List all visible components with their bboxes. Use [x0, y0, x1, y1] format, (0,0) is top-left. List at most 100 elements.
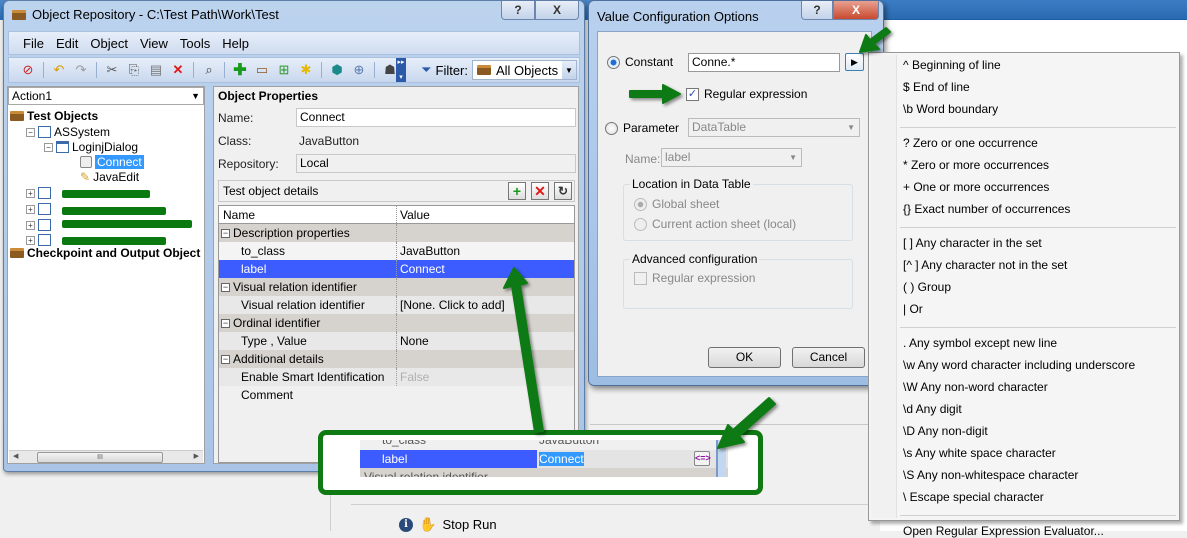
refresh-property-button[interactable]: ↻: [554, 182, 572, 200]
regex-menu-button[interactable]: ▶: [845, 53, 864, 71]
regex-menu-item[interactable]: \ Escape special character: [903, 490, 1044, 504]
expand-icon[interactable]: +: [26, 204, 35, 214]
copy-icon[interactable]: ⎘: [125, 61, 143, 79]
delete-icon[interactable]: ✕: [169, 61, 187, 79]
locate-icon[interactable]: ⊕: [350, 61, 368, 79]
regex-menu-item[interactable]: Open Regular Expression Evaluator...: [903, 524, 1104, 538]
regex-menu-item[interactable]: \D Any non-digit: [903, 424, 988, 438]
regex-menu-item[interactable]: [^ ] Any character not in the set: [903, 258, 1067, 272]
collapse-icon[interactable]: −: [221, 282, 230, 292]
regex-menu-item[interactable]: \S Any non-whitespace character: [903, 468, 1078, 482]
grid-group-row[interactable]: − Additional details: [219, 350, 574, 368]
paste-icon[interactable]: ▤: [147, 61, 165, 79]
collapse-icon[interactable]: −: [44, 142, 53, 152]
stop-run-item[interactable]: i ✋ Stop Run: [399, 516, 497, 533]
tree-node[interactable]: − LoginjDialog: [44, 140, 138, 154]
grid-group-row[interactable]: − Ordinal identifier: [219, 314, 574, 332]
regex-menu-item[interactable]: \W Any non-word character: [903, 380, 1048, 394]
collapse-icon[interactable]: −: [221, 228, 230, 238]
column-name-header[interactable]: Name: [219, 206, 397, 223]
expand-icon[interactable]: +: [26, 235, 35, 245]
menu-view[interactable]: View: [140, 36, 168, 51]
scroll-left-icon[interactable]: ◀: [13, 452, 18, 460]
filter-select[interactable]: All Objects ▼: [472, 60, 577, 80]
disable-icon[interactable]: ⊘: [19, 61, 37, 79]
regex-menu-item[interactable]: \d Any digit: [903, 402, 962, 416]
menu-object[interactable]: Object: [90, 36, 128, 51]
cancel-button[interactable]: Cancel: [792, 347, 865, 368]
object-spy-icon[interactable]: ⬢: [328, 61, 346, 79]
tree-node[interactable]: − ASSystem: [26, 125, 110, 139]
find-icon[interactable]: ⌕: [200, 61, 218, 79]
collapse-icon[interactable]: −: [26, 127, 35, 137]
regex-menu-item[interactable]: | Or: [903, 302, 923, 316]
update-from-app-icon[interactable]: ▭: [253, 61, 271, 79]
toolbar-overflow-button[interactable]: ▸▸ ▾: [396, 58, 406, 82]
collapse-icon[interactable]: −: [221, 318, 230, 328]
tree-node[interactable]: ✎ JavaEdit: [80, 170, 139, 184]
grid-row[interactable]: to_class JavaButton: [219, 242, 574, 260]
name-field[interactable]: Connect: [296, 108, 576, 127]
add-to-local-icon[interactable]: ⊞: [275, 61, 293, 79]
callout-value-edit[interactable]: Connect: [539, 452, 584, 466]
tree-node-selected[interactable]: Connect: [80, 155, 144, 169]
redo-icon[interactable]: ↷: [72, 61, 90, 79]
regex-menu-item[interactable]: + One or more occurrences: [903, 180, 1049, 194]
ok-button[interactable]: OK: [708, 347, 781, 368]
function-edit-button[interactable]: <=>: [694, 451, 711, 466]
regex-menu-item[interactable]: {} Exact number of occurrences: [903, 202, 1070, 216]
expand-icon[interactable]: +: [26, 188, 35, 198]
regex-menu-item[interactable]: $ End of line: [903, 80, 970, 94]
action-select[interactable]: Action1 ▼: [8, 87, 204, 105]
constant-radio[interactable]: Constant: [607, 55, 673, 69]
regular-expression-checkbox[interactable]: ✓ Regular expression: [686, 87, 807, 101]
close-button[interactable]: X: [535, 1, 579, 20]
collapse-icon[interactable]: −: [221, 354, 230, 364]
dialog-close-button[interactable]: X: [833, 1, 879, 20]
undo-icon[interactable]: ↶: [50, 61, 68, 79]
grid-group-row[interactable]: − Description properties: [219, 224, 574, 242]
tree-node-redacted[interactable]: +: [26, 234, 51, 246]
regex-menu-item[interactable]: ( ) Group: [903, 280, 951, 294]
expand-icon[interactable]: +: [26, 220, 35, 230]
dialog-help-button[interactable]: ?: [801, 1, 833, 20]
tree-node-redacted[interactable]: +: [26, 187, 51, 199]
scroll-right-icon[interactable]: ▶: [194, 452, 199, 460]
tree-horizontal-scrollbar[interactable]: ◀ III ▶: [9, 450, 203, 463]
tree-node-test-objects[interactable]: Test Objects: [10, 109, 98, 123]
global-sheet-radio: Global sheet: [634, 197, 719, 211]
cut-icon[interactable]: ✂: [103, 61, 121, 79]
highlight-icon[interactable]: ✱: [297, 61, 315, 79]
window-icon: [38, 219, 51, 231]
regex-menu-item[interactable]: ? Zero or one occurrence: [903, 136, 1038, 150]
menu-tools[interactable]: Tools: [180, 36, 210, 51]
regex-menu-item[interactable]: ^ Beginning of line: [903, 58, 1001, 72]
regex-menu-item[interactable]: \s Any white space character: [903, 446, 1056, 460]
constant-value-input[interactable]: Conne.*: [688, 53, 840, 72]
column-value-header[interactable]: Value: [397, 206, 574, 223]
add-object-icon[interactable]: ✚: [231, 61, 249, 79]
scrollbar-thumb[interactable]: III: [37, 452, 163, 463]
add-property-button[interactable]: +: [508, 182, 526, 200]
regex-menu-item[interactable]: * Zero or more occurrences: [903, 158, 1049, 172]
grid-row[interactable]: Visual relation identifier settings [Non…: [219, 296, 574, 330]
remove-property-button[interactable]: ✕: [531, 182, 549, 200]
grid-row-selected[interactable]: label Connect: [219, 260, 574, 278]
tree-node-redacted[interactable]: +: [26, 219, 51, 231]
regex-menu-item[interactable]: [ ] Any character in the set: [903, 236, 1042, 250]
grid-row[interactable]: Enable Smart Identification False: [219, 368, 574, 386]
grid-row[interactable]: Type , Value None: [219, 332, 574, 350]
menu-file[interactable]: File: [23, 36, 44, 51]
menu-edit[interactable]: Edit: [56, 36, 78, 51]
tree-node-redacted[interactable]: +: [26, 203, 51, 215]
menu-help[interactable]: Help: [222, 36, 249, 51]
help-button[interactable]: ?: [501, 1, 535, 20]
regex-menu-item[interactable]: \b Word boundary: [903, 102, 998, 116]
regex-menu-item[interactable]: . Any symbol except new line: [903, 336, 1057, 350]
regex-menu-item[interactable]: \w Any word character including undersco…: [903, 358, 1135, 372]
window-icon: [38, 234, 51, 246]
grid-group-row[interactable]: − Visual relation identifier: [219, 278, 574, 296]
tree-node-checkpoints[interactable]: Checkpoint and Output Object: [10, 246, 200, 260]
grid-row[interactable]: Comment: [219, 386, 574, 404]
parameter-radio[interactable]: Parameter: [605, 121, 679, 135]
